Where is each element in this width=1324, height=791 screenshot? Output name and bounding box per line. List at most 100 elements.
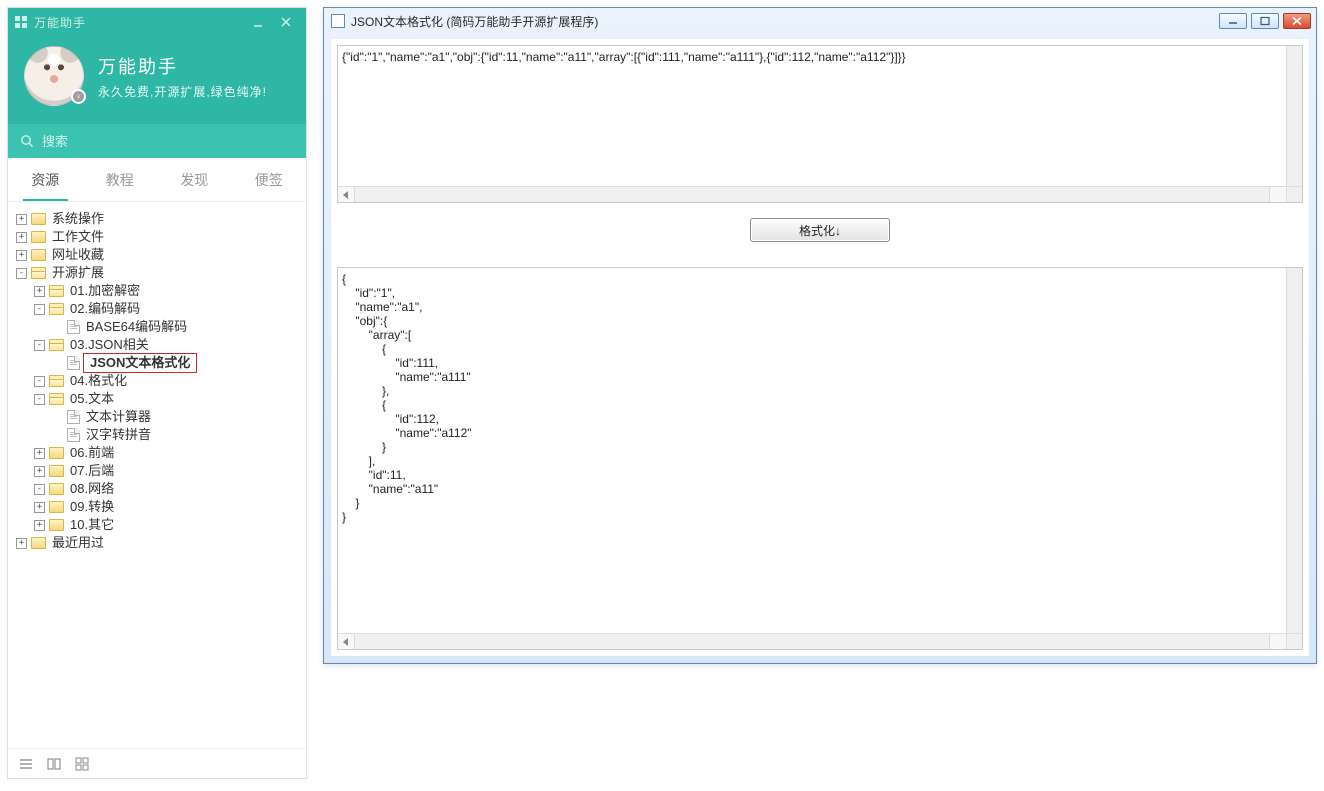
expander-icon xyxy=(52,322,63,333)
tree-folder[interactable]: -04.格式化 xyxy=(34,372,300,390)
expander-icon[interactable]: - xyxy=(34,304,45,315)
vertical-scrollbar[interactable] xyxy=(1286,268,1302,633)
folder-open-icon xyxy=(49,375,64,387)
folder-icon xyxy=(31,537,46,549)
expander-icon[interactable]: + xyxy=(16,538,27,549)
expander-icon[interactable]: - xyxy=(34,340,45,351)
tab-tutorial[interactable]: 教程 xyxy=(83,158,158,201)
expander-icon[interactable]: - xyxy=(34,376,45,387)
menu-icon[interactable] xyxy=(18,756,34,772)
folder-open-icon xyxy=(49,303,64,315)
sidebar-tabs: 资源 教程 发现 便签 xyxy=(8,158,306,202)
folder-icon xyxy=(49,465,64,477)
expander-icon[interactable]: + xyxy=(34,466,45,477)
tree-item-label: 01.加密解密 xyxy=(68,282,142,300)
tree-folder[interactable]: + 最近用过 xyxy=(16,534,300,552)
expander-icon[interactable]: - xyxy=(34,394,45,405)
search-input[interactable] xyxy=(42,134,294,149)
output-textarea[interactable]: { "id":"1", "name":"a1", "obj":{ "array"… xyxy=(337,267,1303,650)
tab-discover[interactable]: 发现 xyxy=(157,158,232,201)
window-titlebar[interactable]: JSON文本格式化 (简码万能助手开源扩展程序) xyxy=(325,9,1315,33)
folder-icon xyxy=(49,519,64,531)
tree-item-label: 系统操作 xyxy=(50,210,106,228)
hero-text: 万能助手 永久免费,开源扩展,绿色纯净! xyxy=(98,53,267,100)
tree-folder[interactable]: +01.加密解密 xyxy=(34,282,300,300)
gender-badge-icon xyxy=(71,89,86,104)
tree-folder[interactable]: - 05.文本 xyxy=(34,390,300,408)
tree-folder[interactable]: -02.编码解码 xyxy=(34,300,300,318)
search-bar[interactable] xyxy=(8,124,306,158)
expander-icon[interactable]: + xyxy=(34,520,45,531)
tree-file[interactable]: 汉字转拼音 xyxy=(52,426,300,444)
scroll-corner xyxy=(1286,633,1302,649)
tree-item-label: 05.文本 xyxy=(68,390,116,408)
tree-folder[interactable]: -开源扩展 xyxy=(16,264,300,282)
folder-open-icon xyxy=(49,339,64,351)
input-text-content: {"id":"1","name":"a1","obj":{"id":11,"na… xyxy=(342,50,1286,186)
tree-folder[interactable]: +10.其它 xyxy=(34,516,300,534)
expander-icon[interactable]: + xyxy=(34,502,45,513)
tree-item-label: 06.前端 xyxy=(68,444,116,462)
folder-open-icon xyxy=(49,285,64,297)
tree-folder[interactable]: + 网址收藏 xyxy=(16,246,300,264)
horizontal-scrollbar[interactable] xyxy=(338,186,1286,202)
tab-notes[interactable]: 便签 xyxy=(232,158,307,201)
action-bar: 格式化↓ xyxy=(337,203,1303,257)
tree-folder[interactable]: +07.后端 xyxy=(34,462,300,480)
folder-icon xyxy=(49,501,64,513)
tree-folder[interactable]: + 系统操作 xyxy=(16,210,300,228)
expander-icon[interactable]: + xyxy=(16,214,27,225)
output-text-content: { "id":"1", "name":"a1", "obj":{ "array"… xyxy=(342,272,1286,633)
tree-folder[interactable]: -03.JSON相关 xyxy=(34,336,300,354)
expander-icon[interactable]: - xyxy=(34,484,45,495)
scroll-corner xyxy=(1286,186,1302,202)
format-button[interactable]: 格式化↓ xyxy=(750,218,890,242)
file-icon xyxy=(67,410,80,424)
tree-item-label: 10.其它 xyxy=(68,516,116,534)
tree-item-label: BASE64编码解码 xyxy=(84,318,189,336)
folder-open-icon xyxy=(49,393,64,405)
expander-icon[interactable]: + xyxy=(16,250,27,261)
expander-icon xyxy=(52,412,63,423)
expander-icon[interactable]: - xyxy=(16,268,27,279)
expander-icon xyxy=(52,358,63,369)
tree-item-label: 08.网络 xyxy=(68,480,116,498)
folder-icon xyxy=(49,483,64,495)
tree-item-label: 网址收藏 xyxy=(50,246,106,264)
close-button[interactable] xyxy=(272,8,300,36)
grid-icon[interactable] xyxy=(74,756,90,772)
file-icon xyxy=(67,356,80,370)
json-format-window: JSON文本格式化 (简码万能助手开源扩展程序) {"id":"1","name… xyxy=(323,7,1317,664)
folder-icon xyxy=(31,231,46,243)
folder-icon xyxy=(31,213,46,225)
tree-folder[interactable]: - 08.网络 xyxy=(34,480,300,498)
sidebar-footer xyxy=(8,748,306,778)
horizontal-scrollbar[interactable] xyxy=(338,633,1286,649)
input-textarea[interactable]: {"id":"1","name":"a1","obj":{"id":11,"na… xyxy=(337,45,1303,203)
vertical-scrollbar[interactable] xyxy=(1286,46,1302,186)
tree-item-label: 最近用过 xyxy=(50,534,106,552)
expander-icon[interactable]: + xyxy=(34,286,45,297)
panel-icon[interactable] xyxy=(46,756,62,772)
hero-subtitle: 永久免费,开源扩展,绿色纯净! xyxy=(98,83,267,100)
search-icon xyxy=(20,134,34,148)
window-maximize-button[interactable] xyxy=(1251,13,1279,29)
folder-icon xyxy=(49,447,64,459)
tab-resources[interactable]: 资源 xyxy=(8,158,83,201)
tree-folder[interactable]: +09.转换 xyxy=(34,498,300,516)
expander-icon[interactable]: + xyxy=(16,232,27,243)
avatar-wrap xyxy=(24,46,84,106)
window-minimize-button[interactable] xyxy=(1219,13,1247,29)
tree-folder[interactable]: +06.前端 xyxy=(34,444,300,462)
window-close-button[interactable] xyxy=(1283,13,1311,29)
file-icon xyxy=(67,428,80,442)
tree-file[interactable]: JSON文本格式化 xyxy=(52,354,300,372)
app-icon xyxy=(14,15,28,29)
resource-tree[interactable]: +系统操作+工作文件+网址收藏-开源扩展+01.加密解密-02.编码解码BASE… xyxy=(8,202,306,748)
tree-folder[interactable]: +工作文件 xyxy=(16,228,300,246)
minimize-button[interactable] xyxy=(244,8,272,36)
tree-file[interactable]: BASE64编码解码 xyxy=(52,318,300,336)
tree-file[interactable]: 文本计算器 xyxy=(52,408,300,426)
expander-icon[interactable]: + xyxy=(34,448,45,459)
sidebar-panel: 万能助手 万能助手 永久免费,开源扩展,绿色纯净! 资源 教程 发现 便签 +系… xyxy=(7,7,307,779)
